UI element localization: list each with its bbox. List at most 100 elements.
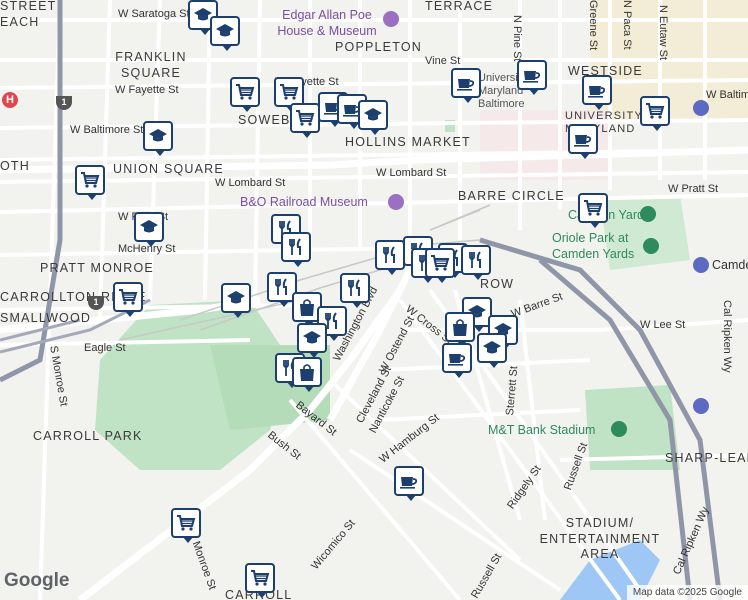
map-marker[interactable] <box>171 508 201 543</box>
school-icon <box>139 217 159 237</box>
map-marker[interactable] <box>375 240 405 275</box>
map-marker[interactable] <box>358 100 388 135</box>
street-label-vine: Vine St <box>425 55 461 67</box>
map-marker[interactable] <box>340 273 370 308</box>
grocery-cart-icon <box>235 82 255 102</box>
area-label-pratt-monroe: PRATT MONROE <box>40 261 154 275</box>
grocery-cart-icon <box>250 568 270 588</box>
area-label-row: ROW <box>480 277 515 291</box>
poi-label-mt-stadium[interactable]: M&T Bank Stadium <box>488 424 595 437</box>
stadium-icon[interactable] <box>640 206 656 222</box>
shopping-bag-icon <box>297 362 317 382</box>
hospital-icon[interactable]: H <box>2 92 18 108</box>
map-marker[interactable] <box>143 121 173 156</box>
school-icon <box>482 338 502 358</box>
street-label-w-fayette: W Fayette St <box>115 84 179 96</box>
map-attribution[interactable]: Map data ©2025 Google <box>626 585 748 600</box>
street-label-w-baltimore: W Baltimore St <box>70 124 144 136</box>
map-marker[interactable] <box>281 232 311 267</box>
poi-label-poe-house[interactable]: Edgar Allan Poe House & Museum <box>272 8 382 39</box>
area-label-terrace: TERRACE <box>425 0 494 13</box>
transit-icon[interactable] <box>693 398 709 414</box>
poi-label-oriole-park[interactable]: Oriole Park at Camden Yards <box>552 231 642 262</box>
map-marker[interactable] <box>134 212 164 247</box>
map-marker[interactable] <box>477 333 507 368</box>
poi-label-camden[interactable]: Camden <box>712 259 748 272</box>
google-logo: Google <box>4 570 70 591</box>
map-marker[interactable] <box>297 323 327 358</box>
street-label-n-pine: N Pine St <box>511 15 523 62</box>
map-marker[interactable] <box>113 282 143 317</box>
map-marker[interactable] <box>578 193 608 228</box>
map-marker[interactable] <box>75 165 105 200</box>
restaurant-icon <box>286 237 306 257</box>
cafe-cup-icon <box>587 80 607 100</box>
poi-label-bo-museum[interactable]: B&O Railroad Museum <box>240 196 368 209</box>
area-label-barre-circle: BARRE CIRCLE <box>458 189 565 203</box>
map-marker[interactable] <box>568 124 598 159</box>
cafe-cup-icon <box>573 129 593 149</box>
map-canvas[interactable]: STREET EACH TERRACE FRANKLIN SQUARE POPP… <box>0 0 748 600</box>
transit-icon[interactable] <box>693 100 709 116</box>
museum-icon[interactable] <box>388 194 404 210</box>
restaurant-icon <box>272 277 292 297</box>
area-label-oth: OTH <box>0 159 30 173</box>
street-label-w-lombard-2: W Lombard St <box>376 167 447 179</box>
street-label-eagle: Eagle St <box>84 342 126 354</box>
street-label-greene: Greene St <box>587 0 599 51</box>
map-marker[interactable] <box>442 343 472 378</box>
map-marker[interactable] <box>290 103 320 138</box>
restaurant-icon <box>345 278 365 298</box>
map-marker[interactable] <box>292 357 322 392</box>
map-marker[interactable] <box>230 77 260 112</box>
map-marker[interactable] <box>210 16 240 51</box>
grocery-cart-icon <box>80 170 100 190</box>
school-icon <box>148 126 168 146</box>
map-marker[interactable] <box>221 283 251 318</box>
map-marker[interactable] <box>445 312 475 347</box>
map-marker[interactable] <box>640 96 670 131</box>
stadium-icon[interactable] <box>643 238 659 254</box>
grocery-cart-icon <box>279 82 299 102</box>
area-label-poppleton: POPPLETON <box>335 40 422 54</box>
school-icon <box>215 21 235 41</box>
map-marker[interactable] <box>582 75 612 110</box>
area-label-hollins-market: HOLLINS MARKET <box>345 135 471 149</box>
map-marker[interactable] <box>425 248 455 283</box>
area-label-street: STREET <box>0 0 57 13</box>
transit-icon[interactable] <box>693 257 709 273</box>
cafe-cup-icon <box>447 348 467 368</box>
area-label-smallwood: SMALLWOOD <box>0 311 92 325</box>
stadium-icon[interactable] <box>611 421 627 437</box>
cafe-cup-icon <box>456 73 476 93</box>
museum-icon[interactable] <box>383 11 399 27</box>
map-marker[interactable] <box>451 68 481 103</box>
street-label-w-saratoga: W Saratoga St <box>118 8 190 20</box>
shopping-bag-icon <box>297 297 317 317</box>
grocery-cart-icon <box>430 253 450 273</box>
map-marker[interactable] <box>245 563 275 598</box>
street-label-cal-ripken: Cal Ripken Wy <box>721 300 733 373</box>
grocery-cart-icon <box>295 108 315 128</box>
street-label-n-eutaw: N Eutaw St <box>657 5 669 61</box>
street-label-w-pratt-2: W Pratt St <box>668 183 719 195</box>
grocery-cart-icon <box>176 513 196 533</box>
street-label-w-baltimore-2: W Baltimore St <box>706 89 748 101</box>
restaurant-icon <box>466 250 486 270</box>
area-label-each: EACH <box>0 15 40 29</box>
map-marker[interactable] <box>394 466 424 501</box>
area-label-stadium-entertainment: STADIUM/ ENTERTAINMENT AREA <box>539 516 661 562</box>
shopping-bag-icon <box>450 317 470 337</box>
street-label-w-lee: W Lee St <box>640 319 686 331</box>
area-label-carroll-park: CARROLL PARK <box>33 429 143 443</box>
school-icon <box>363 105 383 125</box>
area-label-sharp-leadenhall: SHARP-LEADENHALL <box>665 451 748 465</box>
street-label-n-paca: N Paca St <box>621 0 633 50</box>
map-marker[interactable] <box>461 245 491 280</box>
school-icon <box>226 288 246 308</box>
map-marker[interactable] <box>517 60 547 95</box>
area-label-union-square: UNION SQUARE <box>113 162 224 176</box>
street-label-w-lombard: W Lombard St <box>215 177 286 189</box>
restaurant-icon <box>380 245 400 265</box>
cafe-cup-icon <box>522 65 542 85</box>
